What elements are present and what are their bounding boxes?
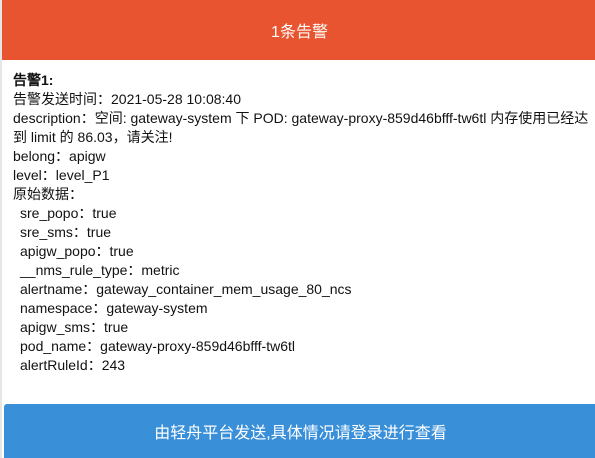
raw-item: sre_popo：true bbox=[20, 205, 117, 221]
send-time: 告警发送时间：2021-05-28 10:08:40 bbox=[13, 91, 241, 107]
description: description：空间: gateway-system 下 POD: ga… bbox=[13, 110, 589, 145]
raw-item: alertname：gateway_container_mem_usage_80… bbox=[20, 281, 352, 297]
message-card: 1条告警 告警1: 告警发送时间：2021-05-28 10:08:40 des… bbox=[0, 0, 595, 458]
raw-item: __nms_rule_type：metric bbox=[20, 262, 180, 278]
raw-item: apigw_sms：true bbox=[20, 319, 129, 335]
footer-link[interactable]: 由轻舟平台发送,具体情况请登录进行查看 bbox=[4, 404, 595, 458]
raw-data-label: 原始数据： bbox=[13, 186, 83, 202]
alert-content: 告警1: 告警发送时间：2021-05-28 10:08:40 descript… bbox=[13, 71, 593, 375]
alert-title: 告警1: bbox=[13, 72, 54, 88]
level: level：level_P1 bbox=[13, 167, 110, 183]
raw-item: pod_name：gateway-proxy-859d46bfff-tw6tl bbox=[20, 338, 295, 354]
raw-item: sre_sms：true bbox=[20, 224, 112, 240]
raw-item: alertRuleId：243 bbox=[20, 357, 126, 373]
footer-text: 由轻舟平台发送,具体情况请登录进行查看 bbox=[154, 425, 447, 442]
belong: belong：apigw bbox=[13, 148, 106, 164]
raw-item: apigw_popo：true bbox=[20, 243, 134, 259]
alert-count-header: 1条告警 bbox=[2, 0, 595, 60]
raw-item: namespace：gateway-system bbox=[20, 300, 208, 316]
header-title: 1条告警 bbox=[271, 24, 328, 41]
